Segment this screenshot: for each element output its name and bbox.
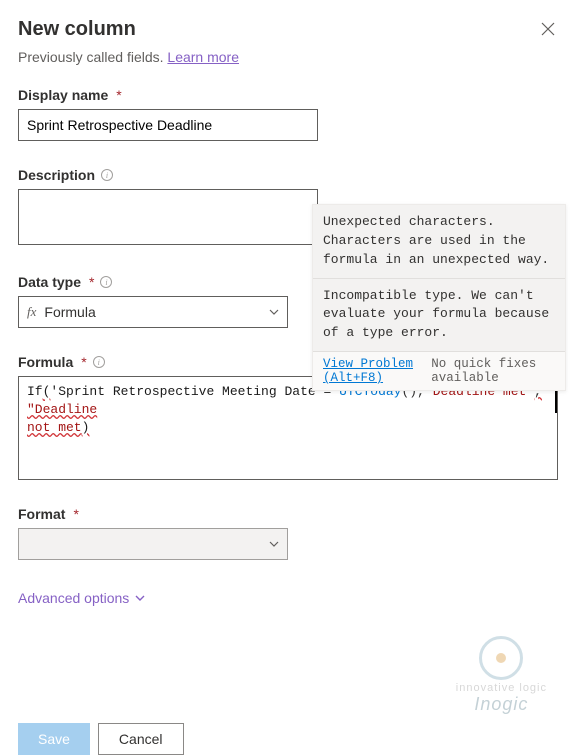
- error-message-2: Incompatible type. We can't evaluate you…: [313, 279, 565, 353]
- no-quick-fixes-text: No quick fixes available: [431, 357, 555, 385]
- required-indicator: *: [116, 87, 121, 103]
- formula-token-string-err: "Deadline: [27, 402, 97, 417]
- display-name-label: Display name: [18, 87, 108, 103]
- learn-more-link[interactable]: Learn more: [167, 49, 239, 65]
- info-icon[interactable]: i: [100, 276, 112, 288]
- data-type-select[interactable]: fx Formula: [18, 296, 288, 328]
- chevron-down-icon: [269, 541, 279, 547]
- chevron-down-icon: [135, 595, 145, 601]
- required-indicator: *: [89, 274, 94, 290]
- subtitle-text: Previously called fields.: [18, 49, 167, 65]
- dialog-title: New column: [18, 18, 136, 41]
- view-problem-link[interactable]: View Problem (Alt+F8): [323, 357, 431, 385]
- advanced-options-toggle[interactable]: Advanced options: [18, 590, 145, 606]
- formula-label: Formula: [18, 354, 73, 370]
- formula-token-fn: If: [27, 384, 43, 399]
- formula-editor[interactable]: If('Sprint Retrospective Meeting Date'= …: [18, 376, 558, 480]
- description-label: Description: [18, 167, 95, 183]
- advanced-options-label: Advanced options: [18, 590, 129, 606]
- save-button[interactable]: Save: [18, 723, 90, 755]
- info-icon[interactable]: i: [93, 356, 105, 368]
- required-indicator: *: [81, 354, 86, 370]
- chevron-down-icon: [269, 309, 279, 315]
- error-tooltip: Unexpected characters. Characters are us…: [312, 204, 566, 391]
- formula-token-string-err: not met: [27, 420, 82, 435]
- format-label: Format: [18, 506, 65, 522]
- data-type-label: Data type: [18, 274, 81, 290]
- required-indicator: *: [73, 506, 78, 522]
- cancel-button[interactable]: Cancel: [98, 723, 184, 755]
- info-icon[interactable]: i: [101, 169, 113, 181]
- error-message-1: Unexpected characters. Characters are us…: [313, 205, 565, 279]
- description-input[interactable]: [18, 189, 318, 245]
- close-icon: [541, 22, 555, 36]
- logo-tagline: innovative logic: [456, 682, 547, 694]
- close-button[interactable]: [537, 18, 559, 45]
- fx-icon: fx: [27, 304, 36, 320]
- format-select[interactable]: [18, 528, 288, 560]
- formula-token-field: 'Sprint Retrospective Meeting Date': [50, 384, 323, 399]
- logo-brand: Inogic: [456, 694, 547, 715]
- data-type-value: Formula: [44, 304, 269, 320]
- formula-token-paren: ): [82, 420, 90, 435]
- dialog-subtitle: Previously called fields. Learn more: [18, 49, 559, 65]
- logo-icon: [479, 636, 523, 680]
- display-name-input[interactable]: [18, 109, 318, 141]
- watermark-logo: innovative logic Inogic: [456, 636, 547, 715]
